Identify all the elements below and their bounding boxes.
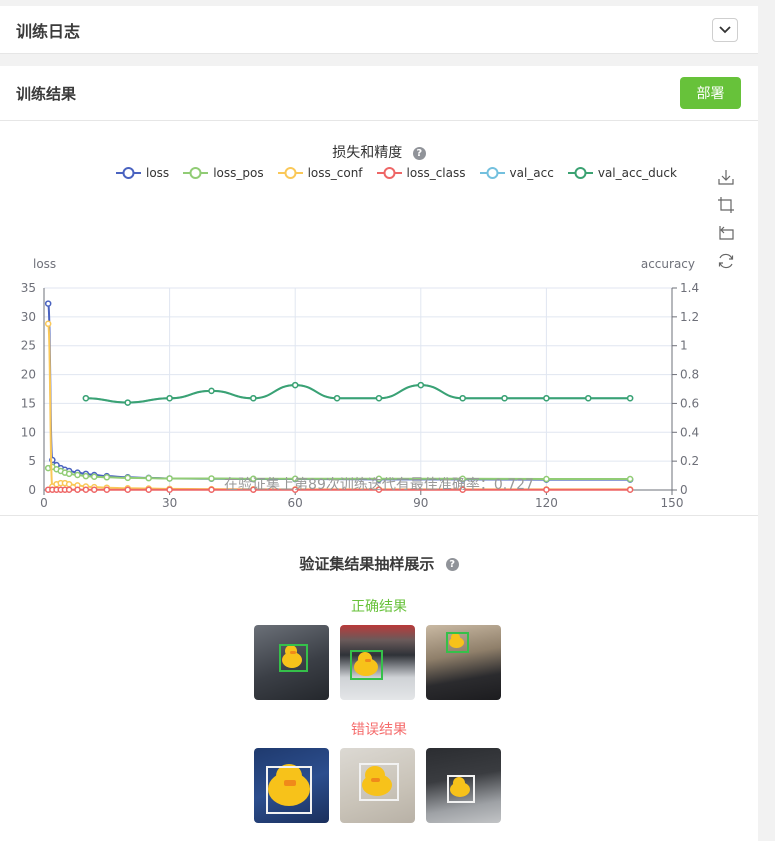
data-point-val_acc_duck bbox=[82, 394, 90, 402]
data-point-val_acc_duck bbox=[585, 394, 592, 402]
chevron-down-icon bbox=[719, 26, 731, 34]
legend-marker bbox=[183, 167, 209, 179]
correct-sample-thumbnail[interactable] bbox=[426, 625, 501, 700]
data-point-val_acc_duck bbox=[417, 381, 425, 389]
legend-label: loss bbox=[146, 166, 170, 180]
y-left-tick-label: 15 bbox=[21, 396, 36, 410]
y-left-tick-label: 25 bbox=[21, 339, 36, 353]
data-point-val_acc_duck bbox=[208, 387, 215, 395]
legend-marker bbox=[376, 167, 402, 179]
y-right-tick-label: 1.2 bbox=[680, 310, 699, 324]
samples-title-row: 验证集结果抽样展示 ? bbox=[0, 553, 758, 574]
divider bbox=[0, 515, 758, 516]
data-point-val_acc_duck bbox=[626, 394, 634, 402]
data-point-val_acc_duck bbox=[375, 394, 383, 402]
series-line-loss_conf bbox=[47, 322, 631, 491]
results-header: 训练结果 部署 bbox=[0, 66, 758, 121]
legend-item[interactable]: val_acc_duck bbox=[567, 166, 677, 180]
data-point-loss_conf bbox=[44, 320, 52, 328]
training-log-title: 训练日志 bbox=[16, 22, 81, 41]
y-right-tick-label: 0.2 bbox=[680, 454, 699, 468]
loss-accuracy-chart: 0 30 60 90 120 1500510152025303500.20.40.60.8… bbox=[21, 257, 699, 510]
x-tick-label: 0 bbox=[40, 496, 48, 510]
x-tick-label: 120 bbox=[535, 496, 558, 510]
wrong-results-thumbnails bbox=[254, 748, 512, 823]
y-right-tick-label: 0.8 bbox=[680, 368, 699, 382]
chart-legend: loss loss_pos loss_conf loss_class val_acc va… bbox=[116, 164, 691, 182]
legend-label: loss_class bbox=[406, 166, 466, 180]
legend-marker bbox=[479, 167, 505, 179]
data-point-val_acc_duck bbox=[459, 394, 466, 402]
data-point-val_acc_duck bbox=[291, 381, 299, 389]
wrong-results-label: 错误结果 bbox=[351, 722, 407, 738]
training-results-title: 训练结果 bbox=[16, 85, 77, 103]
collapse-button[interactable] bbox=[712, 18, 738, 42]
legend-marker bbox=[277, 167, 303, 179]
legend-marker bbox=[116, 167, 141, 179]
training-log-panel: 训练日志 bbox=[0, 6, 758, 54]
y-left-tick-label: 10 bbox=[21, 425, 36, 439]
wrong-sample-thumbnail[interactable] bbox=[254, 748, 329, 823]
wrong-sample-thumbnail[interactable] bbox=[340, 748, 415, 823]
correct-results-thumbnails bbox=[254, 625, 512, 700]
y-right-tick-label: 1.4 bbox=[680, 281, 699, 295]
chart-title: 损失和精度 bbox=[332, 145, 403, 161]
y-left-tick-label: 20 bbox=[21, 368, 36, 382]
correct-sample-thumbnail[interactable] bbox=[340, 625, 415, 700]
chart-title-row: 损失和精度 ? bbox=[0, 142, 758, 162]
x-tick-label: 30 bbox=[162, 496, 177, 510]
data-point-val_acc_duck bbox=[543, 394, 550, 402]
legend-item[interactable]: loss bbox=[116, 166, 169, 180]
x-tick-label: 90 bbox=[413, 496, 428, 510]
data-point-val_acc_duck bbox=[250, 394, 257, 402]
data-point-val_acc_duck bbox=[166, 394, 173, 402]
y-right-tick-label: 0.6 bbox=[680, 396, 699, 410]
legend-label: val_acc_duck bbox=[597, 166, 677, 180]
y-right-tick-label: 0.4 bbox=[680, 425, 699, 439]
y-right-tick-label: 1 bbox=[680, 339, 688, 353]
y-right-axis-name: accuracy bbox=[641, 257, 695, 271]
correct-sample-thumbnail[interactable] bbox=[254, 625, 329, 700]
legend-item[interactable]: loss_conf bbox=[277, 166, 363, 180]
legend-label: val_acc bbox=[509, 166, 554, 180]
legend-item[interactable]: loss_class bbox=[376, 166, 466, 180]
best-accuracy-text: 在验证集上第89次训练迭代有最佳准确率：0.727 bbox=[224, 477, 534, 493]
data-point-loss bbox=[44, 300, 52, 307]
legend-label: loss_pos bbox=[213, 166, 264, 180]
data-point-val_acc_duck bbox=[124, 399, 131, 406]
x-tick-label: 60 bbox=[288, 496, 303, 510]
y-left-tick-label: 30 bbox=[21, 310, 36, 324]
legend-item[interactable]: val_acc bbox=[479, 166, 554, 180]
data-point-val_acc_duck bbox=[501, 394, 508, 402]
y-left-axis-name: loss bbox=[33, 257, 56, 271]
y-left-tick-label: 5 bbox=[28, 454, 36, 468]
samples-help-icon[interactable]: ? bbox=[445, 558, 459, 571]
data-point-val_acc_duck bbox=[333, 394, 341, 402]
y-left-tick-label: 35 bbox=[21, 281, 36, 295]
legend-marker bbox=[567, 167, 593, 179]
legend-label: loss_conf bbox=[307, 166, 363, 180]
wrong-sample-thumbnail[interactable] bbox=[426, 748, 501, 823]
series-line-loss bbox=[47, 302, 631, 481]
help-icon[interactable]: ? bbox=[412, 146, 426, 160]
x-tick-label: 150 bbox=[661, 496, 684, 510]
legend-item[interactable]: loss_pos bbox=[183, 166, 264, 180]
training-results-panel: 训练结果 部署 损失和精度 ? loss loss_pos loss_conf los… bbox=[0, 66, 758, 841]
deploy-button[interactable]: 部署 bbox=[680, 77, 741, 109]
samples-title: 验证集结果抽样展示 bbox=[299, 555, 435, 573]
correct-results-label: 正确结果 bbox=[351, 599, 407, 615]
